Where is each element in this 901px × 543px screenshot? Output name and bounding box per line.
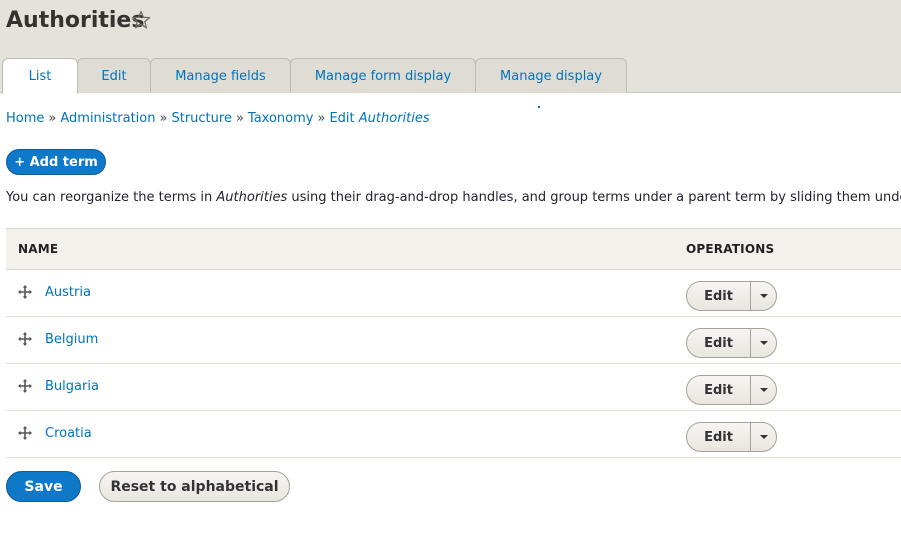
table-row: Bulgaria Edit [6,364,901,411]
terms-table: NAME OPERATIONS Austria Edit Belgium Edit Bu… [6,228,901,458]
chevron-down-icon[interactable] [751,282,776,310]
add-term-button[interactable]: + Add term [6,149,106,175]
stray-dot [538,106,540,108]
table-header: NAME OPERATIONS [6,228,901,270]
drag-handle-icon[interactable] [18,426,32,440]
star-icon[interactable] [131,10,151,30]
term-link[interactable]: Austria [45,285,91,300]
table-row: Austria Edit [6,270,901,317]
breadcrumb-administration[interactable]: Administration [60,111,155,126]
breadcrumb-separator: » [159,111,168,126]
table-row: Croatia Edit [6,411,901,458]
help-text: You can reorganize the terms in Authorit… [6,190,901,205]
operations-dropbutton: Edit [686,375,777,405]
drag-handle-icon[interactable] [18,332,32,346]
operations-dropbutton: Edit [686,422,777,452]
tab-list[interactable]: List [2,58,78,94]
term-link[interactable]: Bulgaria [45,379,99,394]
table-row: Belgium Edit [6,317,901,364]
help-text-after: using their drag-and-drop handles, and g… [287,190,901,205]
edit-button[interactable]: Edit [687,423,751,451]
breadcrumb-structure[interactable]: Structure [171,111,231,126]
operations-dropbutton: Edit [686,328,777,358]
breadcrumb-separator: » [317,111,326,126]
chevron-down-icon[interactable] [751,423,776,451]
help-text-vocab: Authorities [216,190,288,205]
drag-handle-icon[interactable] [18,379,32,393]
edit-button[interactable]: Edit [687,329,751,357]
term-link[interactable]: Croatia [45,426,92,441]
table-body: Austria Edit Belgium Edit Bulgaria Edit Croati… [6,270,901,458]
tab-manage-display[interactable]: Manage display [475,58,627,93]
chevron-down-icon[interactable] [751,376,776,404]
operations-dropbutton: Edit [686,281,777,311]
tab-edit[interactable]: Edit [77,58,151,93]
reset-alphabetical-button[interactable]: Reset to alphabetical [99,471,290,502]
breadcrumb-separator: » [235,111,244,126]
breadcrumb-home[interactable]: Home [6,111,44,126]
breadcrumb-edit-prefix: Edit [329,111,355,126]
page-title: Authorities [6,8,145,33]
column-header-name: NAME [18,242,59,256]
breadcrumb-edit-vocabulary[interactable]: Edit Authorities [329,111,429,126]
breadcrumb-separator: » [48,111,57,126]
edit-button[interactable]: Edit [687,282,751,310]
tab-manage-form-display[interactable]: Manage form display [290,58,476,93]
breadcrumb: Home» Administration» Structure» Taxonomy» E… [6,111,430,126]
breadcrumb-taxonomy[interactable]: Taxonomy [248,111,314,126]
help-text-before: You can reorganize the terms in [6,190,217,205]
drag-handle-icon[interactable] [18,285,32,299]
column-header-operations: OPERATIONS [686,242,775,256]
primary-tabs: List Edit Manage fields Manage form disp… [2,58,627,94]
save-button[interactable]: Save [6,471,81,502]
page-header: Authorities List Edit Manage fields Mana… [0,0,901,94]
tab-manage-fields[interactable]: Manage fields [150,58,291,93]
breadcrumb-edit-vocab: Authorities [358,111,430,126]
edit-button[interactable]: Edit [687,376,751,404]
chevron-down-icon[interactable] [751,329,776,357]
term-link[interactable]: Belgium [45,332,98,347]
